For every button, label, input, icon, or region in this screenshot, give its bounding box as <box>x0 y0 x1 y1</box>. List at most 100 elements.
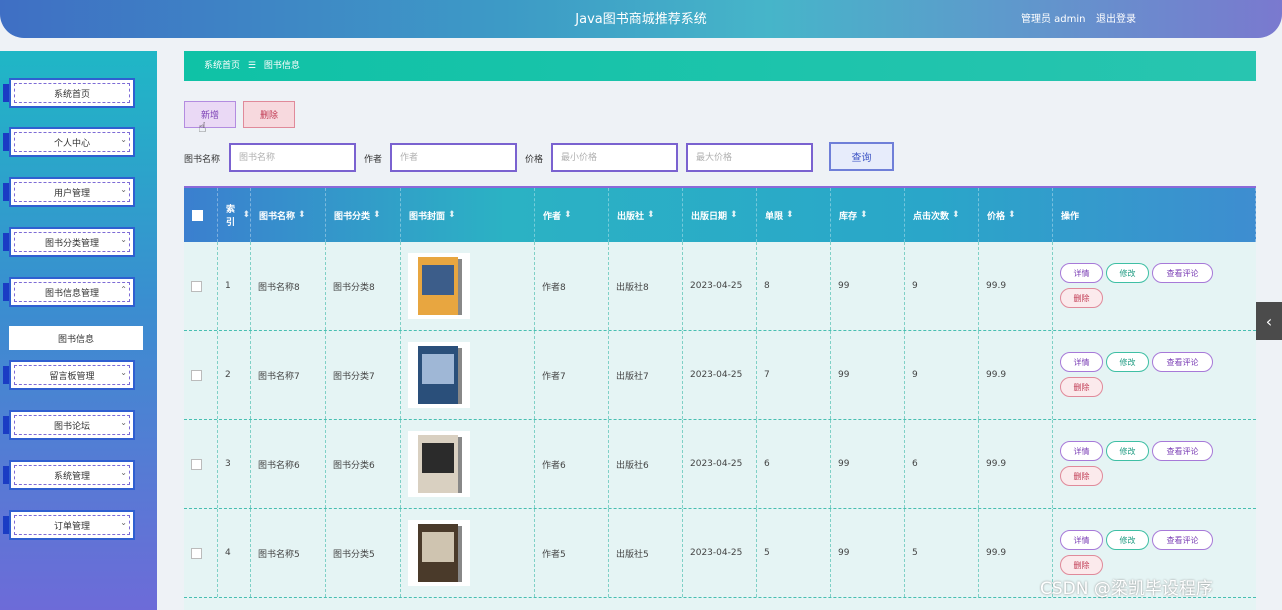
add-button[interactable]: 新增 <box>184 101 236 128</box>
chevron-left-icon[interactable]: ‹ <box>1256 302 1282 340</box>
column-header[interactable]: 库存 ⬍ <box>831 188 905 242</box>
view-reviews-button[interactable]: 查看评论 <box>1152 352 1213 372</box>
view-reviews-button[interactable]: 查看评论 <box>1152 263 1213 283</box>
cell-stock: 99 <box>831 420 905 508</box>
delete-button[interactable]: 删除 <box>243 101 295 128</box>
sidebar-item-forum[interactable]: 图书论坛 ⌄ <box>9 410 135 440</box>
sort-icon[interactable]: ⬍ <box>730 210 738 220</box>
cell-pub: 出版社5 <box>609 509 683 597</box>
edit-button[interactable]: 修改 <box>1106 263 1149 283</box>
detail-button[interactable]: 详情 <box>1060 352 1103 372</box>
detail-button[interactable]: 详情 <box>1060 441 1103 461</box>
column-header[interactable]: 图书名称 ⬍ <box>251 188 326 242</box>
row-delete-button[interactable]: 删除 <box>1060 555 1103 575</box>
sort-icon[interactable]: ⬍ <box>298 210 306 220</box>
cell-author: 作者5 <box>535 509 609 597</box>
breadcrumb-home[interactable]: 系统首页 <box>204 61 240 71</box>
cell-clicks: 5 <box>905 509 979 597</box>
cell-idx: 3 <box>218 420 251 508</box>
view-reviews-button[interactable]: 查看评论 <box>1152 530 1213 550</box>
column-header[interactable]: 图书分类 ⬍ <box>326 188 401 242</box>
column-header[interactable]: 单限 ⬍ <box>757 188 831 242</box>
sort-icon[interactable]: ⬍ <box>952 210 960 220</box>
min-price-input[interactable] <box>551 143 678 172</box>
book-cover-image[interactable] <box>408 342 470 408</box>
cell-author: 作者8 <box>535 242 609 330</box>
cell-idx: 2 <box>218 331 251 419</box>
cell-author: 作者6 <box>535 420 609 508</box>
edit-button[interactable]: 修改 <box>1106 352 1149 372</box>
cell-cat: 图书分类5 <box>326 509 401 597</box>
column-header[interactable]: 作者 ⬍ <box>535 188 609 242</box>
cell-limit: 6 <box>757 420 831 508</box>
sidebar-item-profile[interactable]: 个人中心 ⌄ <box>9 127 135 157</box>
cell-stock: 99 <box>831 331 905 419</box>
sidebar-item-label: 图书分类管理 <box>14 232 130 252</box>
book-cover-image[interactable] <box>408 253 470 319</box>
row-delete-button[interactable]: 删除 <box>1060 288 1103 308</box>
row-checkbox[interactable] <box>184 509 218 597</box>
detail-button[interactable]: 详情 <box>1060 530 1103 550</box>
chevron-down-icon: ⌄ <box>120 418 127 427</box>
cell-stock: 99 <box>831 509 905 597</box>
row-checkbox[interactable] <box>184 331 218 419</box>
table-header: 索引 ⬍ 图书名称 ⬍ 图书分类 ⬍ 图书封面 ⬍ 作者 ⬍ 出版社 ⬍ 出版日期 ⬍ 单限 ⬍ 库存 ⬍ 点击次数… <box>184 186 1256 242</box>
sidebar-item-system[interactable]: 系统管理 ⌄ <box>9 460 135 490</box>
cell-idx: 4 <box>218 509 251 597</box>
sidebar-item-label: 个人中心 <box>14 132 130 152</box>
chevron-down-icon: ⌄ <box>120 185 127 194</box>
sidebar-item-users[interactable]: 用户管理 ⌄ <box>9 177 135 207</box>
sort-icon[interactable]: ⬍ <box>647 210 655 220</box>
book-name-input[interactable] <box>229 143 356 172</box>
sidebar-item-message-board[interactable]: 留言板管理 ⌄ <box>9 360 135 390</box>
select-all-checkbox[interactable] <box>184 188 218 242</box>
sort-icon[interactable]: ⬍ <box>786 210 794 220</box>
sort-icon[interactable]: ⬍ <box>373 210 381 220</box>
column-header-label: 出版社 <box>617 211 645 222</box>
logout-link[interactable]: 退出登录 <box>1096 10 1136 25</box>
actions-cell: 详情 修改 查看评论删除 <box>1053 331 1256 419</box>
column-header[interactable]: 图书封面 ⬍ <box>401 188 535 242</box>
view-reviews-button[interactable]: 查看评论 <box>1152 441 1213 461</box>
book-cover-cell <box>401 242 535 330</box>
sidebar-item-home[interactable]: 系统首页 <box>9 78 135 108</box>
row-delete-button[interactable]: 删除 <box>1060 466 1103 486</box>
sort-icon[interactable]: ⬍ <box>448 210 456 220</box>
book-table: 索引 ⬍ 图书名称 ⬍ 图书分类 ⬍ 图书封面 ⬍ 作者 ⬍ 出版社 ⬍ 出版日期 ⬍ 单限 ⬍ 库存 ⬍ 点击次数… <box>184 186 1256 610</box>
cell-pub: 出版社6 <box>609 420 683 508</box>
sidebar-item-book-category[interactable]: 图书分类管理 ⌄ <box>9 227 135 257</box>
column-header[interactable]: 出版社 ⬍ <box>609 188 683 242</box>
sort-icon[interactable]: ⬍ <box>564 210 572 220</box>
author-input[interactable] <box>390 143 517 172</box>
sidebar-subitem-book-info[interactable]: 图书信息 <box>9 326 143 350</box>
cell-price: 99.9 <box>979 420 1053 508</box>
column-header[interactable]: 出版日期 ⬍ <box>683 188 757 242</box>
cell-stock: 99 <box>831 242 905 330</box>
sort-icon[interactable]: ⬍ <box>860 210 868 220</box>
column-header[interactable]: 价格 ⬍ <box>979 188 1053 242</box>
column-header[interactable]: 索引 ⬍ <box>218 188 251 242</box>
sort-icon[interactable]: ⬍ <box>242 210 250 220</box>
row-checkbox[interactable] <box>184 420 218 508</box>
cell-name: 图书名称7 <box>251 331 326 419</box>
breadcrumb-current: 图书信息 <box>263 61 300 71</box>
book-cover-image[interactable] <box>408 520 470 586</box>
row-checkbox[interactable] <box>184 242 218 330</box>
sort-icon[interactable]: ⬍ <box>1008 210 1016 220</box>
sidebar-item-orders[interactable]: 订单管理 ⌄ <box>9 510 135 540</box>
detail-button[interactable]: 详情 <box>1060 263 1103 283</box>
cell-cat: 图书分类8 <box>326 242 401 330</box>
edit-button[interactable]: 修改 <box>1106 530 1149 550</box>
chevron-down-icon: ⌄ <box>120 368 127 377</box>
cell-name: 图书名称8 <box>251 242 326 330</box>
query-button[interactable]: 查询 <box>829 142 894 171</box>
column-header[interactable]: 点击次数 ⬍ <box>905 188 979 242</box>
edit-button[interactable]: 修改 <box>1106 441 1149 461</box>
sidebar-item-label: 图书信息管理 <box>14 282 130 302</box>
book-cover-cell <box>401 331 535 419</box>
max-price-input[interactable] <box>686 143 813 172</box>
sidebar-item-book-info[interactable]: 图书信息管理 ⌃ <box>9 277 135 307</box>
breadcrumb: 系统首页 ☰ 图书信息 <box>184 51 1256 81</box>
book-cover-image[interactable] <box>408 431 470 497</box>
row-delete-button[interactable]: 删除 <box>1060 377 1103 397</box>
